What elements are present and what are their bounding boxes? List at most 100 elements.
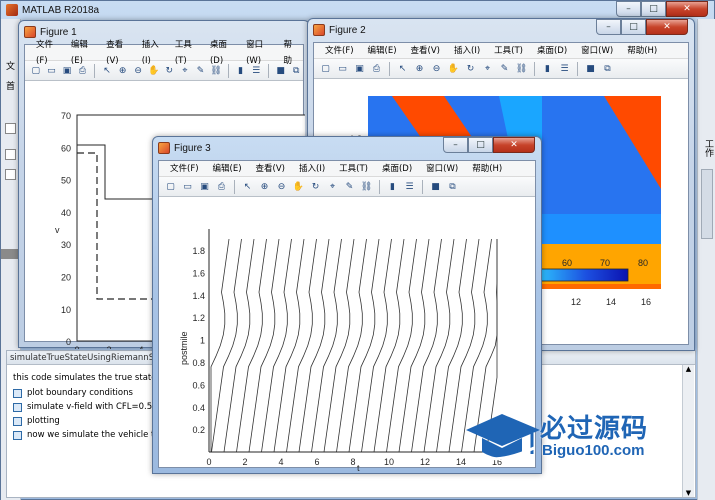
menu-help[interactable]: 帮助(H) bbox=[620, 43, 664, 59]
brush-icon[interactable]: ✎ bbox=[497, 61, 512, 76]
colorbar-icon[interactable]: ▮ bbox=[385, 179, 400, 194]
menu-insert[interactable]: 插入(I) bbox=[447, 43, 487, 59]
figure1-ytick-label: 10 bbox=[61, 305, 71, 315]
zoom-in-icon[interactable]: ⊕ bbox=[257, 179, 272, 194]
right-scroll-thumb[interactable] bbox=[701, 169, 713, 239]
colorbar[interactable] bbox=[535, 268, 629, 282]
colorbar-icon[interactable]: ▮ bbox=[234, 63, 248, 78]
figure3-minimize-button[interactable]: – bbox=[443, 137, 468, 153]
menu-view[interactable]: 查看(V) bbox=[404, 43, 447, 59]
open-icon[interactable]: ▭ bbox=[180, 179, 195, 194]
menu-desktop[interactable]: 桌面(D) bbox=[530, 43, 574, 59]
matlab-close-button[interactable]: ✕ bbox=[666, 1, 708, 17]
figure3-maximize-button[interactable]: □ bbox=[468, 137, 493, 153]
menu-tools[interactable]: 工具(T) bbox=[332, 161, 375, 177]
vehicle-trajectory bbox=[210, 238, 230, 452]
matlab-window-controls: – □ ✕ bbox=[616, 1, 708, 17]
zoom-out-icon[interactable]: ⊖ bbox=[274, 179, 289, 194]
menu-help[interactable]: 帮助(H) bbox=[465, 161, 509, 177]
menu-desktop[interactable]: 桌面(D) bbox=[375, 161, 419, 177]
menu-window[interactable]: 窗口(W) bbox=[574, 43, 620, 59]
menu-view[interactable]: 查看(V) bbox=[249, 161, 292, 177]
legend-icon[interactable]: ☰ bbox=[402, 179, 417, 194]
figure3-close-button[interactable]: ✕ bbox=[493, 137, 535, 153]
new-icon[interactable]: ▢ bbox=[163, 179, 178, 194]
menu-insert[interactable]: 插入(I) bbox=[292, 161, 332, 177]
open-icon[interactable]: ▭ bbox=[335, 61, 350, 76]
print-icon[interactable]: ⎙ bbox=[76, 63, 90, 78]
brush-icon[interactable]: ✎ bbox=[342, 179, 357, 194]
menu-window[interactable]: 窗口(W) bbox=[419, 161, 465, 177]
figure1-ytick-label: 0 bbox=[66, 337, 71, 347]
scroll-down-icon[interactable]: ▼ bbox=[683, 489, 694, 497]
save-icon[interactable]: ▣ bbox=[60, 63, 74, 78]
menu-tools[interactable]: 工具(T) bbox=[487, 43, 530, 59]
matlab-minimize-button[interactable]: – bbox=[616, 1, 641, 17]
pan-icon[interactable]: ✋ bbox=[147, 63, 161, 78]
new-icon[interactable]: ▢ bbox=[29, 63, 43, 78]
colorbar-icon[interactable]: ▮ bbox=[540, 61, 555, 76]
brush-icon[interactable]: ✎ bbox=[194, 63, 208, 78]
zoom-out-icon[interactable]: ⊖ bbox=[131, 63, 145, 78]
save-icon[interactable]: ▣ bbox=[352, 61, 367, 76]
open-icon[interactable]: ▭ bbox=[45, 63, 59, 78]
legend-icon[interactable]: ☰ bbox=[557, 61, 572, 76]
dock-icon[interactable]: ⧉ bbox=[445, 179, 460, 194]
hide-icon[interactable]: ■ bbox=[274, 63, 288, 78]
code-line-1[interactable]: plot boundary conditions bbox=[13, 388, 133, 398]
figure3-ylabel: postmile bbox=[179, 331, 189, 365]
workspace-tab-label[interactable]: 工作 bbox=[701, 139, 713, 157]
matlab-maximize-button[interactable]: □ bbox=[641, 1, 666, 17]
print-icon[interactable]: ⎙ bbox=[214, 179, 229, 194]
menu-file[interactable]: 文件(F) bbox=[163, 161, 206, 177]
toolbar-separator bbox=[534, 61, 535, 76]
menu-file[interactable]: 文件(F) bbox=[318, 43, 361, 59]
zoom-out-icon[interactable]: ⊖ bbox=[429, 61, 444, 76]
link-icon[interactable]: ⛓ bbox=[514, 61, 529, 76]
side-checkbox-2[interactable] bbox=[5, 149, 16, 160]
side-checkbox-3[interactable] bbox=[5, 169, 16, 180]
hide-icon[interactable]: ■ bbox=[428, 179, 443, 194]
save-icon[interactable]: ▣ bbox=[197, 179, 212, 194]
rotate-icon[interactable]: ↻ bbox=[463, 61, 478, 76]
link-icon[interactable]: ⛓ bbox=[209, 63, 223, 78]
zoom-in-icon[interactable]: ⊕ bbox=[412, 61, 427, 76]
side-checkbox[interactable] bbox=[5, 123, 16, 134]
pan-icon[interactable]: ✋ bbox=[446, 61, 461, 76]
scroll-up-icon[interactable]: ▲ bbox=[683, 365, 694, 373]
dock-icon[interactable]: ⧉ bbox=[289, 63, 303, 78]
print-icon[interactable]: ⎙ bbox=[369, 61, 384, 76]
menu-edit[interactable]: 编辑(E) bbox=[206, 161, 249, 177]
menu-edit[interactable]: 编辑(E) bbox=[361, 43, 404, 59]
link-icon[interactable]: ⛓ bbox=[359, 179, 374, 194]
zoom-in-icon[interactable]: ⊕ bbox=[116, 63, 130, 78]
figure2-minimize-button[interactable]: – bbox=[596, 19, 621, 35]
figure2-title: Figure 2 bbox=[329, 24, 366, 36]
datacursor-icon[interactable]: ⌖ bbox=[480, 61, 495, 76]
pan-icon[interactable]: ✋ bbox=[291, 179, 306, 194]
code-line-3[interactable]: plotting bbox=[13, 416, 60, 426]
dock-icon[interactable]: ⧉ bbox=[600, 61, 615, 76]
figure1-ytick-label: 60 bbox=[61, 143, 71, 153]
code-line-4[interactable]: now we simulate the vehicle traje bbox=[13, 430, 171, 440]
hide-icon[interactable]: ■ bbox=[583, 61, 598, 76]
rotate-icon[interactable]: ↻ bbox=[308, 179, 323, 194]
biguo-watermark: 必过源码 Biguo100.com bbox=[462, 408, 698, 470]
figure2-close-button[interactable]: ✕ bbox=[646, 19, 688, 35]
datacursor-icon[interactable]: ⌖ bbox=[325, 179, 340, 194]
rotate-icon[interactable]: ↻ bbox=[163, 63, 177, 78]
figure3-ytick-label: 0.2 bbox=[192, 425, 205, 435]
new-icon[interactable]: ▢ bbox=[318, 61, 333, 76]
figure2-toolbar: ▢ ▭ ▣ ⎙ ↖ ⊕ ⊖ ✋ ↻ ⌖ ✎ ⛓ ▮ ☰ ■ ⧉ bbox=[314, 59, 688, 79]
code-line-2[interactable]: simulate v-field with CFL=0.5 bbox=[13, 402, 152, 412]
datacursor-icon[interactable]: ⌖ bbox=[178, 63, 192, 78]
pointer-icon[interactable]: ↖ bbox=[240, 179, 255, 194]
legend-icon[interactable]: ☰ bbox=[249, 63, 263, 78]
figure3-ytick-label: 0.8 bbox=[192, 358, 205, 368]
pointer-icon[interactable]: ↖ bbox=[100, 63, 114, 78]
code-line-4-text: now we simulate the vehicle traje bbox=[27, 430, 171, 440]
figure3-xtick-label: 2 bbox=[242, 457, 247, 467]
figure2-maximize-button[interactable]: □ bbox=[621, 19, 646, 35]
figure2-xtick-label: 14 bbox=[606, 297, 616, 307]
pointer-icon[interactable]: ↖ bbox=[395, 61, 410, 76]
